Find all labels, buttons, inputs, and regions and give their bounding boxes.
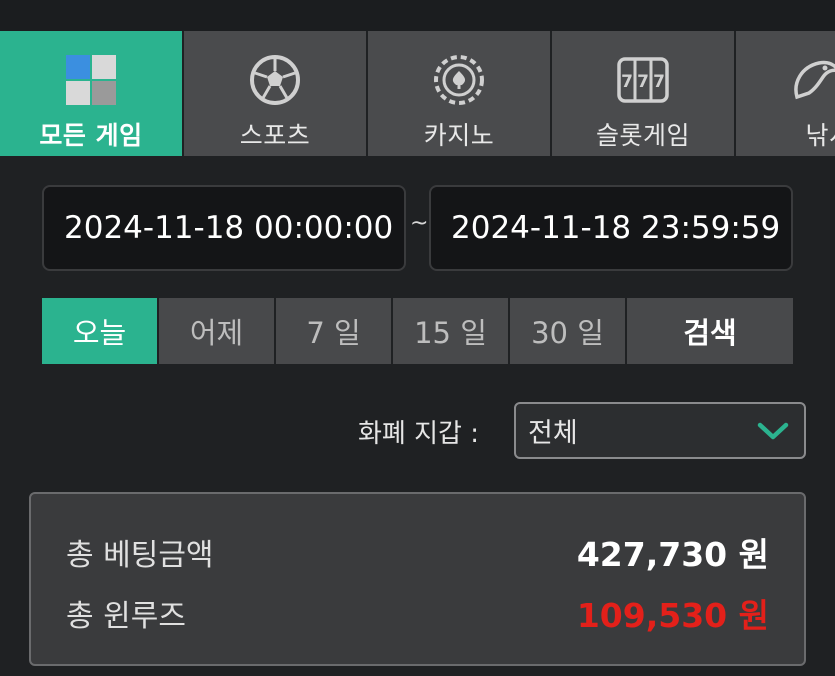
search-button[interactable]: 검색 xyxy=(627,298,793,364)
tab-label: 슬롯게임 xyxy=(595,121,690,150)
tab-casino[interactable]: 카지노 xyxy=(368,31,550,156)
period-15days-button[interactable]: 15 일 xyxy=(393,298,508,364)
tab-label: 모든 게임 xyxy=(39,121,143,150)
end-date-field[interactable] xyxy=(429,185,793,271)
svg-text:7: 7 xyxy=(621,72,633,92)
tab-slot-games[interactable]: 7 7 7 슬롯게임 xyxy=(552,31,734,156)
chevron-down-icon xyxy=(756,420,790,446)
tab-label: 카지노 xyxy=(423,121,495,150)
svg-text:7: 7 xyxy=(637,72,649,92)
all-games-icon xyxy=(61,50,121,110)
total-winloss-value: 109,530 원 xyxy=(576,596,769,635)
total-bet-value: 427,730 원 xyxy=(576,535,769,574)
fish-icon xyxy=(786,50,835,110)
soccer-ball-icon xyxy=(245,50,305,110)
total-winloss-row: 총 윈루즈 109,530 원 xyxy=(66,589,769,637)
end-date-input[interactable] xyxy=(431,210,791,246)
wallet-dropdown[interactable]: 전체 xyxy=(514,402,806,459)
period-today-button[interactable]: 오늘 xyxy=(42,298,157,364)
total-bet-label: 총 베팅금액 xyxy=(66,538,214,573)
date-range: ~ xyxy=(42,185,793,271)
start-date-field[interactable] xyxy=(42,185,406,271)
wallet-label: 화폐 지갑 : xyxy=(358,419,479,449)
casino-chip-icon xyxy=(429,50,489,110)
date-separator: ~ xyxy=(410,211,429,236)
period-selector: 오늘 어제 7 일 15 일 30 일 검색 xyxy=(42,298,793,364)
tab-label: 스포츠 xyxy=(239,121,311,150)
tab-all-games[interactable]: 모든 게임 xyxy=(0,31,182,156)
tab-label: 낚시 xyxy=(805,121,835,150)
total-winloss-label: 총 윈루즈 xyxy=(66,599,186,634)
bet-summary-panel: 총 베팅금액 427,730 원 총 윈루즈 109,530 원 xyxy=(29,492,806,666)
total-bet-row: 총 베팅금액 427,730 원 xyxy=(66,528,769,576)
top-status-strip xyxy=(0,0,835,31)
wallet-selected-value: 전체 xyxy=(528,418,578,449)
period-yesterday-button[interactable]: 어제 xyxy=(159,298,274,364)
game-category-tabs: 모든 게임 스포츠 카지노 7 7 7 슬롯게임 낚 xyxy=(0,31,835,156)
tab-sports[interactable]: 스포츠 xyxy=(184,31,366,156)
slot-machine-icon: 7 7 7 xyxy=(613,50,673,110)
start-date-input[interactable] xyxy=(44,210,404,246)
tab-fishing[interactable]: 낚시 xyxy=(736,31,835,156)
period-7days-button[interactable]: 7 일 xyxy=(276,298,391,364)
svg-text:7: 7 xyxy=(653,72,665,92)
period-30days-button[interactable]: 30 일 xyxy=(510,298,625,364)
